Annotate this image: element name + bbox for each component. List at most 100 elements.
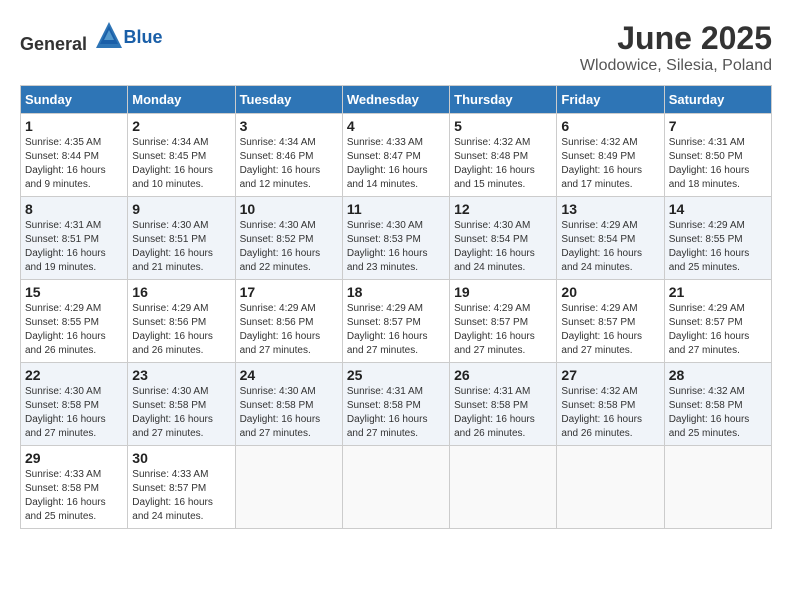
calendar-cell: 25Sunrise: 4:31 AM Sunset: 8:58 PM Dayli… xyxy=(342,363,449,446)
calendar-cell: 6 Sunrise: 4:32 AM Sunset: 8:49 PM Daylig… xyxy=(557,114,664,197)
day-info: Sunrise: 4:31 AM Sunset: 8:58 PM Dayligh… xyxy=(454,385,552,441)
day-number: 4 xyxy=(347,118,445,134)
day-number: 1 xyxy=(25,118,123,134)
calendar-cell xyxy=(557,446,664,529)
day-number: 30 xyxy=(132,450,230,466)
calendar-cell: 23 Sunrise: 4:30 AM Sunset: 8:58 PM Dayli… xyxy=(128,363,235,446)
day-number: 13 xyxy=(561,201,659,217)
day-info: Sunrise: 4:32 AM Sunset: 8:49 PM Dayligh… xyxy=(561,136,659,192)
day-number: 6 xyxy=(561,118,659,134)
day-number: 11 xyxy=(347,201,445,217)
calendar-cell: 17Sunrise: 4:29 AM Sunset: 8:56 PM Dayli… xyxy=(235,280,342,363)
calendar-cell: 24Sunrise: 4:30 AM Sunset: 8:58 PM Dayli… xyxy=(235,363,342,446)
calendar-cell: 9 Sunrise: 4:30 AM Sunset: 8:51 PM Daylig… xyxy=(128,197,235,280)
calendar-week-row: 15Sunrise: 4:29 AM Sunset: 8:55 PM Dayli… xyxy=(21,280,772,363)
logo: General Blue xyxy=(20,20,163,55)
calendar-cell: 1Sunrise: 4:35 AM Sunset: 8:44 PM Daylig… xyxy=(21,114,128,197)
day-info: Sunrise: 4:30 AM Sunset: 8:54 PM Dayligh… xyxy=(454,219,552,275)
location-title: Wlodowice, Silesia, Poland xyxy=(580,57,772,75)
calendar-week-row: 22 Sunrise: 4:30 AM Sunset: 8:58 PM Dayli… xyxy=(21,363,772,446)
day-info: Sunrise: 4:32 AM Sunset: 8:58 PM Dayligh… xyxy=(669,385,767,441)
day-info: Sunrise: 4:29 AM Sunset: 8:57 PM Dayligh… xyxy=(454,302,552,358)
header-saturday: Saturday xyxy=(664,86,771,114)
calendar-cell: 18 Sunrise: 4:29 AM Sunset: 8:57 PM Dayli… xyxy=(342,280,449,363)
day-info: Sunrise: 4:33 AM Sunset: 8:58 PM Dayligh… xyxy=(25,468,123,524)
day-info: Sunrise: 4:30 AM Sunset: 8:53 PM Dayligh… xyxy=(347,219,445,275)
calendar-table: SundayMondayTuesdayWednesdayThursdayFrid… xyxy=(20,85,772,529)
calendar-cell: 8Sunrise: 4:31 AM Sunset: 8:51 PM Daylig… xyxy=(21,197,128,280)
calendar-cell: 3 Sunrise: 4:34 AM Sunset: 8:46 PM Daylig… xyxy=(235,114,342,197)
day-info: Sunrise: 4:31 AM Sunset: 8:50 PM Dayligh… xyxy=(669,136,767,192)
calendar-week-row: 29 Sunrise: 4:33 AM Sunset: 8:58 PM Dayli… xyxy=(21,446,772,529)
day-info: Sunrise: 4:34 AM Sunset: 8:46 PM Dayligh… xyxy=(240,136,338,192)
day-number: 18 xyxy=(347,284,445,300)
calendar-cell: 10 Sunrise: 4:30 AM Sunset: 8:52 PM Dayli… xyxy=(235,197,342,280)
day-number: 22 xyxy=(25,367,123,383)
day-number: 8 xyxy=(25,201,123,217)
day-number: 12 xyxy=(454,201,552,217)
day-number: 25 xyxy=(347,367,445,383)
title-area: June 2025 Wlodowice, Silesia, Poland xyxy=(580,20,772,75)
calendar-cell: 27 Sunrise: 4:32 AM Sunset: 8:58 PM Dayli… xyxy=(557,363,664,446)
calendar-cell: 11 Sunrise: 4:30 AM Sunset: 8:53 PM Dayli… xyxy=(342,197,449,280)
calendar-header-row: SundayMondayTuesdayWednesdayThursdayFrid… xyxy=(21,86,772,114)
header-friday: Friday xyxy=(557,86,664,114)
header-monday: Monday xyxy=(128,86,235,114)
day-number: 27 xyxy=(561,367,659,383)
day-number: 5 xyxy=(454,118,552,134)
calendar-cell: 16Sunrise: 4:29 AM Sunset: 8:56 PM Dayli… xyxy=(128,280,235,363)
calendar-cell: 20 Sunrise: 4:29 AM Sunset: 8:57 PM Dayli… xyxy=(557,280,664,363)
day-number: 23 xyxy=(132,367,230,383)
day-number: 14 xyxy=(669,201,767,217)
logo-blue: Blue xyxy=(124,27,163,48)
calendar-cell: 21 Sunrise: 4:29 AM Sunset: 8:57 PM Dayli… xyxy=(664,280,771,363)
day-info: Sunrise: 4:34 AM Sunset: 8:45 PM Dayligh… xyxy=(132,136,230,192)
day-info: Sunrise: 4:33 AM Sunset: 8:57 PM Dayligh… xyxy=(132,468,230,524)
calendar-cell: 7 Sunrise: 4:31 AM Sunset: 8:50 PM Daylig… xyxy=(664,114,771,197)
day-info: Sunrise: 4:30 AM Sunset: 8:58 PM Dayligh… xyxy=(132,385,230,441)
day-info: Sunrise: 4:30 AM Sunset: 8:51 PM Dayligh… xyxy=(132,219,230,275)
day-number: 21 xyxy=(669,284,767,300)
day-number: 9 xyxy=(132,201,230,217)
day-info: Sunrise: 4:29 AM Sunset: 8:57 PM Dayligh… xyxy=(669,302,767,358)
calendar-cell: 4 Sunrise: 4:33 AM Sunset: 8:47 PM Daylig… xyxy=(342,114,449,197)
header-tuesday: Tuesday xyxy=(235,86,342,114)
calendar-body: 1Sunrise: 4:35 AM Sunset: 8:44 PM Daylig… xyxy=(21,114,772,529)
day-info: Sunrise: 4:29 AM Sunset: 8:57 PM Dayligh… xyxy=(347,302,445,358)
calendar-cell: 2 Sunrise: 4:34 AM Sunset: 8:45 PM Daylig… xyxy=(128,114,235,197)
calendar-cell: 14 Sunrise: 4:29 AM Sunset: 8:55 PM Dayli… xyxy=(664,197,771,280)
day-number: 16 xyxy=(132,284,230,300)
day-info: Sunrise: 4:29 AM Sunset: 8:55 PM Dayligh… xyxy=(25,302,123,358)
day-number: 24 xyxy=(240,367,338,383)
day-info: Sunrise: 4:30 AM Sunset: 8:58 PM Dayligh… xyxy=(25,385,123,441)
day-number: 26 xyxy=(454,367,552,383)
calendar-cell: 28 Sunrise: 4:32 AM Sunset: 8:58 PM Dayli… xyxy=(664,363,771,446)
day-info: Sunrise: 4:29 AM Sunset: 8:57 PM Dayligh… xyxy=(561,302,659,358)
day-number: 29 xyxy=(25,450,123,466)
day-info: Sunrise: 4:29 AM Sunset: 8:55 PM Dayligh… xyxy=(669,219,767,275)
day-number: 7 xyxy=(669,118,767,134)
calendar-cell: 12 Sunrise: 4:30 AM Sunset: 8:54 PM Dayli… xyxy=(450,197,557,280)
day-number: 3 xyxy=(240,118,338,134)
day-number: 20 xyxy=(561,284,659,300)
day-info: Sunrise: 4:33 AM Sunset: 8:47 PM Dayligh… xyxy=(347,136,445,192)
day-info: Sunrise: 4:32 AM Sunset: 8:58 PM Dayligh… xyxy=(561,385,659,441)
day-number: 28 xyxy=(669,367,767,383)
day-number: 19 xyxy=(454,284,552,300)
logo-general: General xyxy=(20,34,87,54)
header-sunday: Sunday xyxy=(21,86,128,114)
day-number: 10 xyxy=(240,201,338,217)
calendar-week-row: 1Sunrise: 4:35 AM Sunset: 8:44 PM Daylig… xyxy=(21,114,772,197)
calendar-cell xyxy=(664,446,771,529)
day-number: 2 xyxy=(132,118,230,134)
header-wednesday: Wednesday xyxy=(342,86,449,114)
header: General Blue June 2025 Wlodowice, Silesi… xyxy=(20,20,772,75)
day-info: Sunrise: 4:32 AM Sunset: 8:48 PM Dayligh… xyxy=(454,136,552,192)
calendar-cell: 29 Sunrise: 4:33 AM Sunset: 8:58 PM Dayli… xyxy=(21,446,128,529)
calendar-week-row: 8Sunrise: 4:31 AM Sunset: 8:51 PM Daylig… xyxy=(21,197,772,280)
calendar-cell: 30 Sunrise: 4:33 AM Sunset: 8:57 PM Dayli… xyxy=(128,446,235,529)
day-info: Sunrise: 4:29 AM Sunset: 8:54 PM Dayligh… xyxy=(561,219,659,275)
day-info: Sunrise: 4:29 AM Sunset: 8:56 PM Dayligh… xyxy=(240,302,338,358)
calendar-cell xyxy=(235,446,342,529)
day-info: Sunrise: 4:30 AM Sunset: 8:52 PM Dayligh… xyxy=(240,219,338,275)
